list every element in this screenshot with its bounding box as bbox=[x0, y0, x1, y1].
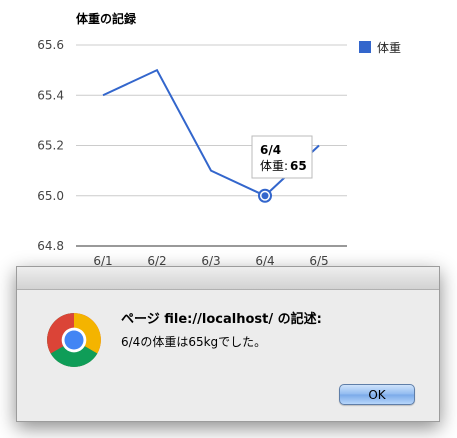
tooltip-category: 6/4 bbox=[260, 143, 281, 157]
y-tick-label: 65.0 bbox=[37, 189, 64, 203]
dialog-titlebar[interactable] bbox=[17, 267, 439, 290]
tooltip: 6/4 体重: 65 bbox=[251, 135, 313, 179]
chart-title: 体重の記録 bbox=[76, 11, 137, 26]
legend-label: 体重 bbox=[377, 41, 401, 55]
tooltip-value: 65 bbox=[290, 159, 307, 173]
y-tick-label: 65.2 bbox=[37, 139, 64, 153]
legend[interactable]: 体重 bbox=[359, 41, 401, 55]
y-tick-label: 65.6 bbox=[37, 38, 64, 52]
javascript-alert-dialog: ページ file://localhost/ の記述: 6/4の体重は65kgでし… bbox=[16, 266, 440, 422]
legend-swatch bbox=[359, 41, 371, 53]
y-tick-label: 64.8 bbox=[37, 239, 64, 253]
chrome-icon bbox=[47, 313, 101, 367]
dialog-message: 6/4の体重は65kgでした。 bbox=[121, 335, 267, 349]
data-point-dot bbox=[261, 192, 269, 200]
ok-button[interactable]: OK bbox=[339, 384, 415, 405]
y-tick-label: 65.4 bbox=[37, 88, 64, 102]
tooltip-series-label: 体重: bbox=[260, 159, 288, 173]
y-axis-ticks: 65.6 65.4 65.2 65.0 64.8 bbox=[37, 38, 64, 253]
dialog-heading: ページ file://localhost/ の記述: bbox=[121, 312, 322, 327]
